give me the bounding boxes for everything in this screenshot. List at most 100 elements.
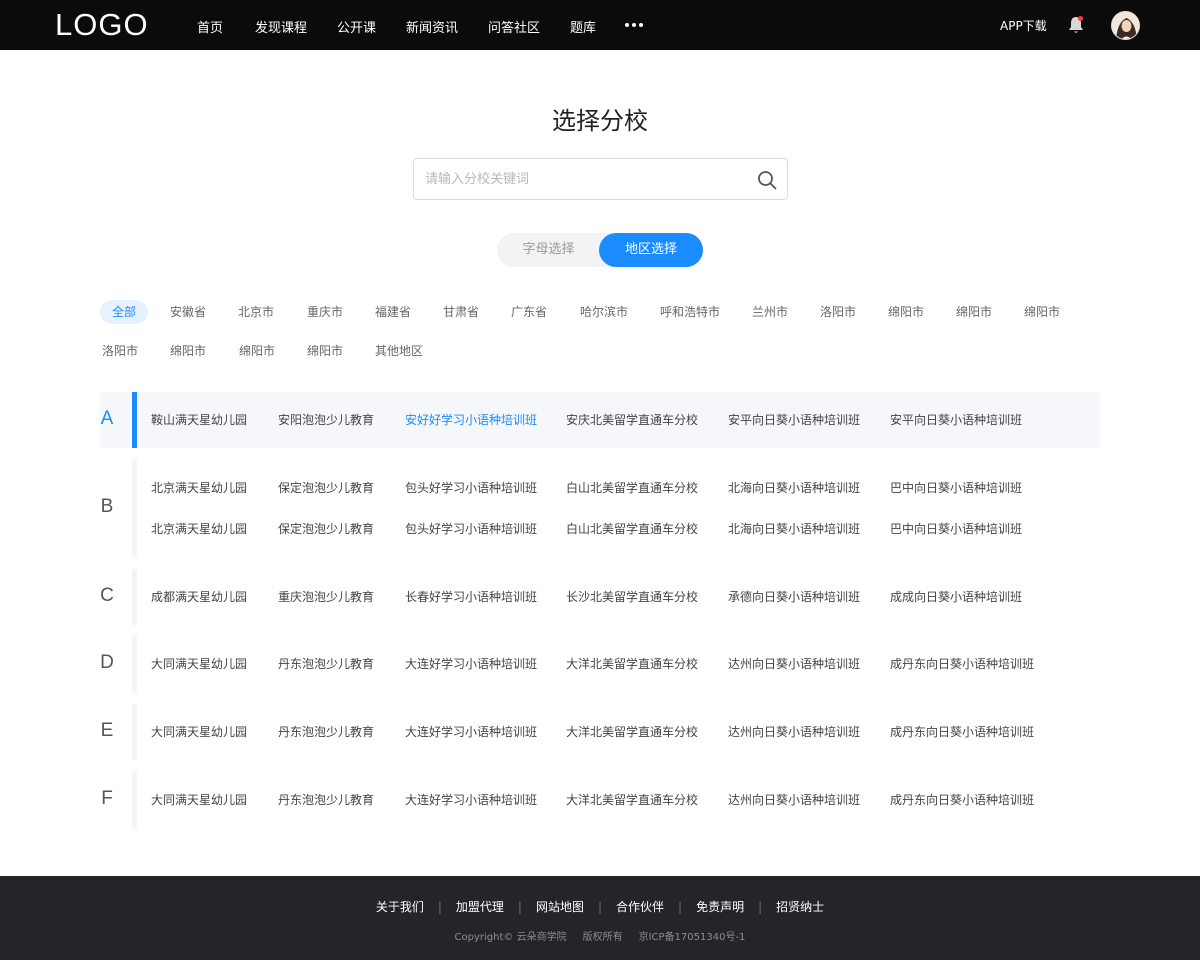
region-chip[interactable]: 呼和浩特市	[660, 300, 720, 324]
footer-link-disclaimer[interactable]: 免责声明	[696, 898, 744, 915]
nav-item-home[interactable]: 首页	[197, 17, 223, 36]
school-item[interactable]: 安阳泡泡少儿教育	[278, 411, 374, 428]
group-letter[interactable]: F	[100, 788, 114, 810]
school-item[interactable]: 承德向日葵小语种培训班	[728, 588, 860, 605]
tab-region-select[interactable]: 地区选择	[599, 233, 703, 267]
search-icon[interactable]	[757, 170, 777, 190]
school-item[interactable]: 包头好学习小语种培训班	[405, 520, 537, 537]
school-item[interactable]: 包头好学习小语种培训班	[405, 479, 537, 496]
school-item[interactable]: 鞍山满天星幼儿园	[151, 411, 247, 428]
region-chip[interactable]: 绵阳市	[1024, 300, 1060, 324]
school-item[interactable]: 北海向日葵小语种培训班	[728, 520, 860, 537]
footer: 关于我们 | 加盟代理 | 网站地图 | 合作伙伴 | 免责声明 | 招贤纳士 Copyright©…	[0, 876, 1200, 960]
group-letter[interactable]: D	[100, 652, 114, 674]
school-item[interactable]: 安平向日葵小语种培训班	[890, 411, 1022, 428]
more-icon[interactable]	[625, 18, 643, 32]
school-item[interactable]: 丹东泡泡少儿教育	[278, 791, 374, 808]
region-chip[interactable]: 绵阳市	[307, 339, 343, 363]
school-item[interactable]: 巴中向日葵小语种培训班	[890, 520, 1022, 537]
school-item[interactable]: 达州向日葵小语种培训班	[728, 791, 860, 808]
school-item[interactable]: 长沙北美留学直通车分校	[566, 588, 698, 605]
group-letter[interactable]: B	[100, 496, 114, 518]
region-chip[interactable]: 其他地区	[375, 339, 423, 363]
region-chip-all[interactable]: 全部	[100, 300, 149, 324]
group-indicator-bar	[132, 704, 137, 760]
school-item[interactable]: 北海向日葵小语种培训班	[728, 479, 860, 496]
region-chip[interactable]: 安徽省	[170, 300, 206, 324]
copyright-owner: Copyright© 云朵商学院	[454, 932, 567, 943]
school-item[interactable]: 达州向日葵小语种培训班	[728, 655, 860, 672]
school-item[interactable]: 重庆泡泡少儿教育	[278, 588, 374, 605]
region-chip[interactable]: 洛阳市	[820, 300, 856, 324]
footer-link-partners[interactable]: 合作伙伴	[616, 898, 664, 915]
region-chip[interactable]: 绵阳市	[170, 339, 206, 363]
region-chip[interactable]: 兰州市	[752, 300, 788, 324]
school-item[interactable]: 大同满天星幼儿园	[151, 791, 247, 808]
nav-item-qa-community[interactable]: 问答社区	[488, 17, 540, 36]
school-item[interactable]: 白山北美留学直通车分校	[566, 479, 698, 496]
school-item[interactable]: 大同满天星幼儿园	[151, 655, 247, 672]
notification-dot	[1078, 16, 1083, 21]
school-item[interactable]: 成丹东向日葵小语种培训班	[890, 655, 1034, 672]
school-item[interactable]: 大连好学习小语种培训班	[405, 655, 537, 672]
region-chip[interactable]: 哈尔滨市	[580, 300, 628, 324]
school-item[interactable]: 大连好学习小语种培训班	[405, 791, 537, 808]
group-letter[interactable]: E	[100, 720, 114, 742]
group-indicator-bar	[132, 392, 137, 448]
school-item[interactable]: 成丹东向日葵小语种培训班	[890, 723, 1034, 740]
search-input[interactable]	[425, 169, 735, 189]
school-item[interactable]: 大洋北美留学直通车分校	[566, 655, 698, 672]
group-letter[interactable]: A	[100, 408, 114, 430]
logo[interactable]: LOGO	[55, 7, 149, 43]
region-chip[interactable]: 北京市	[238, 300, 274, 324]
school-item[interactable]: 保定泡泡少儿教育	[278, 479, 374, 496]
footer-link-sitemap[interactable]: 网站地图	[536, 898, 584, 915]
school-item[interactable]: 安平向日葵小语种培训班	[728, 411, 860, 428]
group-letter[interactable]: C	[100, 585, 114, 607]
region-chip[interactable]: 广东省	[511, 300, 547, 324]
school-item[interactable]: 大洋北美留学直通车分校	[566, 723, 698, 740]
school-item[interactable]: 成都满天星幼儿园	[151, 588, 247, 605]
school-item[interactable]: 丹东泡泡少儿教育	[278, 655, 374, 672]
school-item[interactable]: 白山北美留学直通车分校	[566, 520, 698, 537]
group-indicator-bar	[132, 772, 137, 828]
school-item[interactable]: 大同满天星幼儿园	[151, 723, 247, 740]
region-chip[interactable]: 绵阳市	[239, 339, 275, 363]
region-chip[interactable]: 福建省	[375, 300, 411, 324]
region-chip[interactable]: 绵阳市	[888, 300, 924, 324]
school-item[interactable]: 长春好学习小语种培训班	[405, 588, 537, 605]
nav-item-news[interactable]: 新闻资讯	[406, 17, 458, 36]
school-item[interactable]: 北京满天星幼儿园	[151, 520, 247, 537]
footer-links: 关于我们 | 加盟代理 | 网站地图 | 合作伙伴 | 免责声明 | 招贤纳士	[0, 898, 1200, 915]
footer-link-about[interactable]: 关于我们	[376, 898, 424, 915]
region-chip[interactable]: 重庆市	[307, 300, 343, 324]
footer-link-careers[interactable]: 招贤纳士	[776, 898, 824, 915]
school-item[interactable]: 丹东泡泡少儿教育	[278, 723, 374, 740]
school-item[interactable]: 大连好学习小语种培训班	[405, 723, 537, 740]
icp-number[interactable]: 京ICP备17051340号-1	[639, 932, 746, 943]
school-item[interactable]: 安庆北美留学直通车分校	[566, 411, 698, 428]
school-item[interactable]: 巴中向日葵小语种培训班	[890, 479, 1022, 496]
tab-letter-select[interactable]: 字母选择	[497, 233, 600, 267]
school-item[interactable]: 安好好学习小语种培训班	[405, 411, 537, 428]
letter-group-b: B 北京满天星幼儿园 保定泡泡少儿教育 包头好学习小语种培训班 白山北美留学直通车分校北…	[100, 460, 1100, 556]
nav-item-question-bank[interactable]: 题库	[570, 17, 596, 36]
school-item[interactable]: 北京满天星幼儿园	[151, 479, 247, 496]
letter-group-c: C 成都满天星幼儿园 重庆泡泡少儿教育 长春好学习小语种培训班 长沙北美留学直通车分校 承…	[100, 569, 1100, 625]
school-item[interactable]: 大洋北美留学直通车分校	[566, 791, 698, 808]
region-chip[interactable]: 洛阳市	[102, 339, 138, 363]
nav-item-open-class[interactable]: 公开课	[337, 17, 376, 36]
region-chip[interactable]: 绵阳市	[956, 300, 992, 324]
region-chip[interactable]: 甘肃省	[443, 300, 479, 324]
school-item[interactable]: 成成向日葵小语种培训班	[890, 588, 1022, 605]
school-item[interactable]: 达州向日葵小语种培训班	[728, 723, 860, 740]
letter-group-e: E 大同满天星幼儿园 丹东泡泡少儿教育 大连好学习小语种培训班 大洋北美留学直通车分校 达…	[100, 704, 1100, 760]
footer-link-franchise[interactable]: 加盟代理	[456, 898, 504, 915]
nav-item-discover-courses[interactable]: 发现课程	[255, 17, 307, 36]
app-download-link[interactable]: APP下载	[1000, 17, 1047, 34]
school-item[interactable]: 保定泡泡少儿教育	[278, 520, 374, 537]
footer-separator: |	[758, 900, 763, 914]
avatar[interactable]	[1111, 11, 1140, 40]
page-title: 选择分校	[552, 107, 648, 135]
school-item[interactable]: 成丹东向日葵小语种培训班	[890, 791, 1034, 808]
